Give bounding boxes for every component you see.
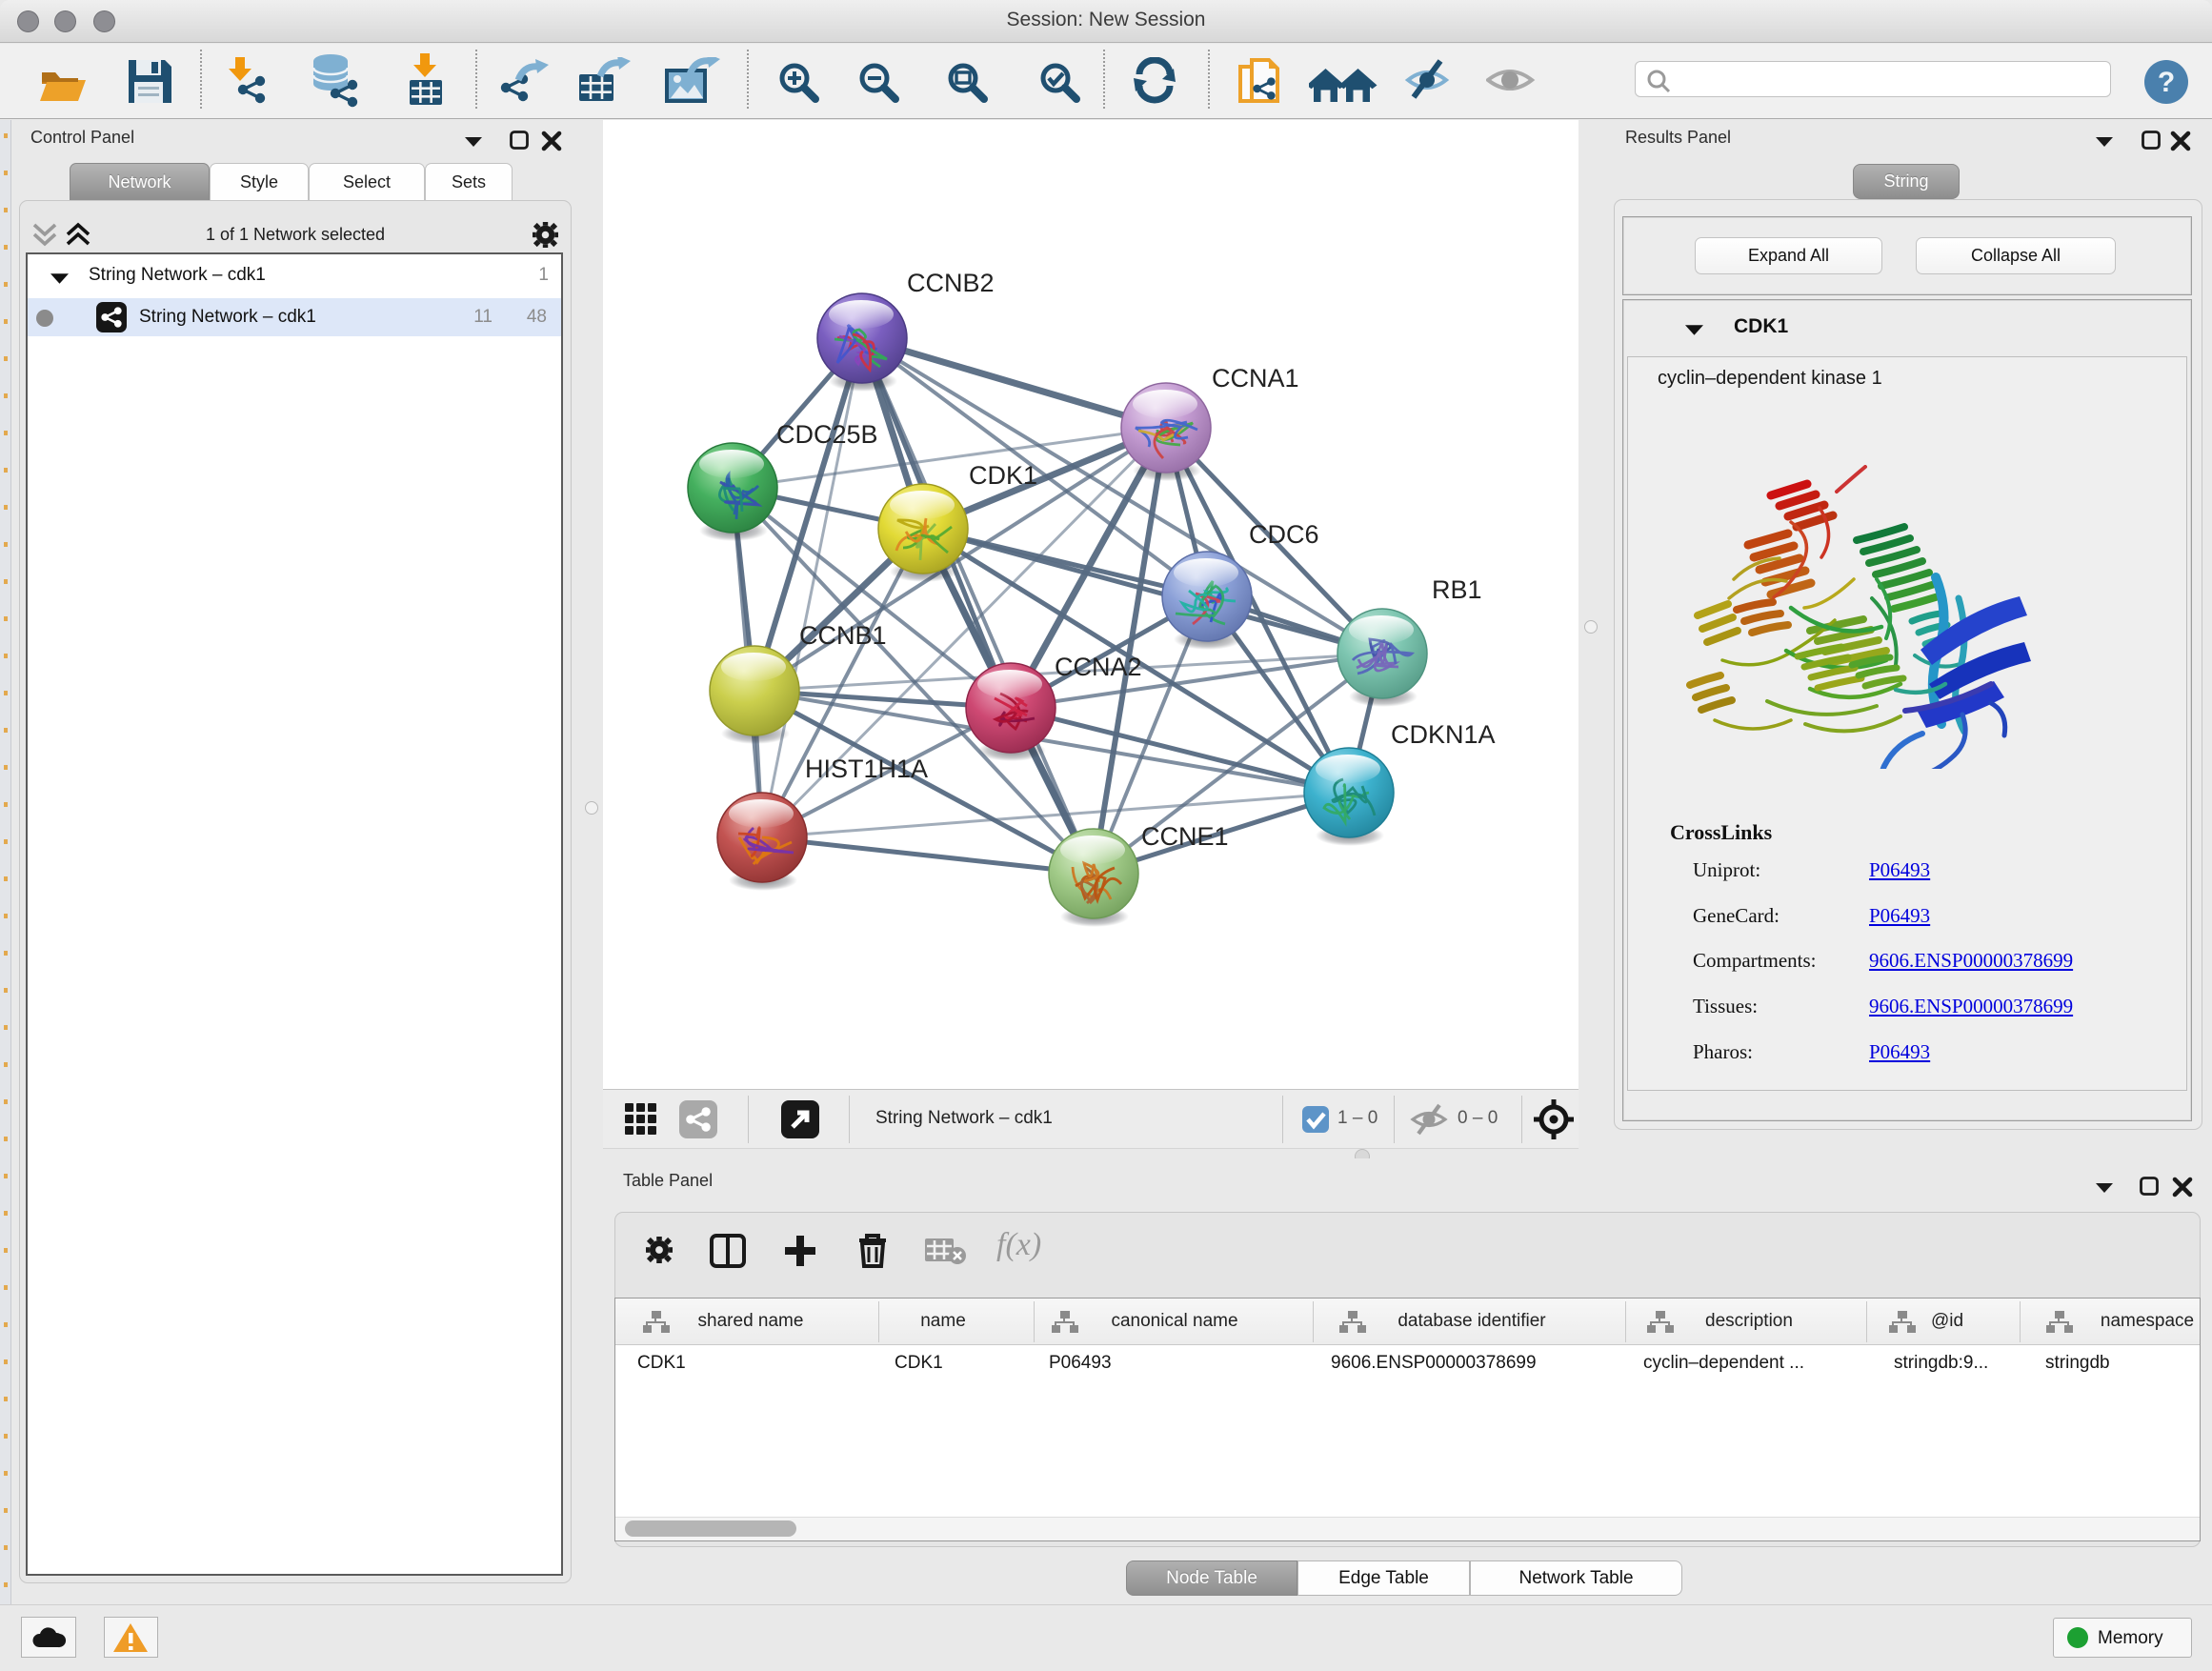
svg-text:CDC25B: CDC25B: [776, 420, 878, 449]
svg-text:HIST1H1A: HIST1H1A: [805, 755, 928, 783]
svg-text:CDKN1A: CDKN1A: [1391, 720, 1496, 749]
svg-text:CDK1: CDK1: [969, 461, 1037, 490]
svg-text:CCNE1: CCNE1: [1141, 822, 1229, 851]
svg-text:CCNA2: CCNA2: [1055, 653, 1142, 681]
svg-text:?: ?: [2158, 67, 2175, 98]
svg-text:CCNB2: CCNB2: [907, 269, 995, 297]
svg-text:CCNA1: CCNA1: [1212, 364, 1299, 393]
svg-text:CCNB1: CCNB1: [799, 621, 887, 650]
svg-text:CDC6: CDC6: [1249, 520, 1319, 549]
svg-text:RB1: RB1: [1432, 575, 1482, 604]
